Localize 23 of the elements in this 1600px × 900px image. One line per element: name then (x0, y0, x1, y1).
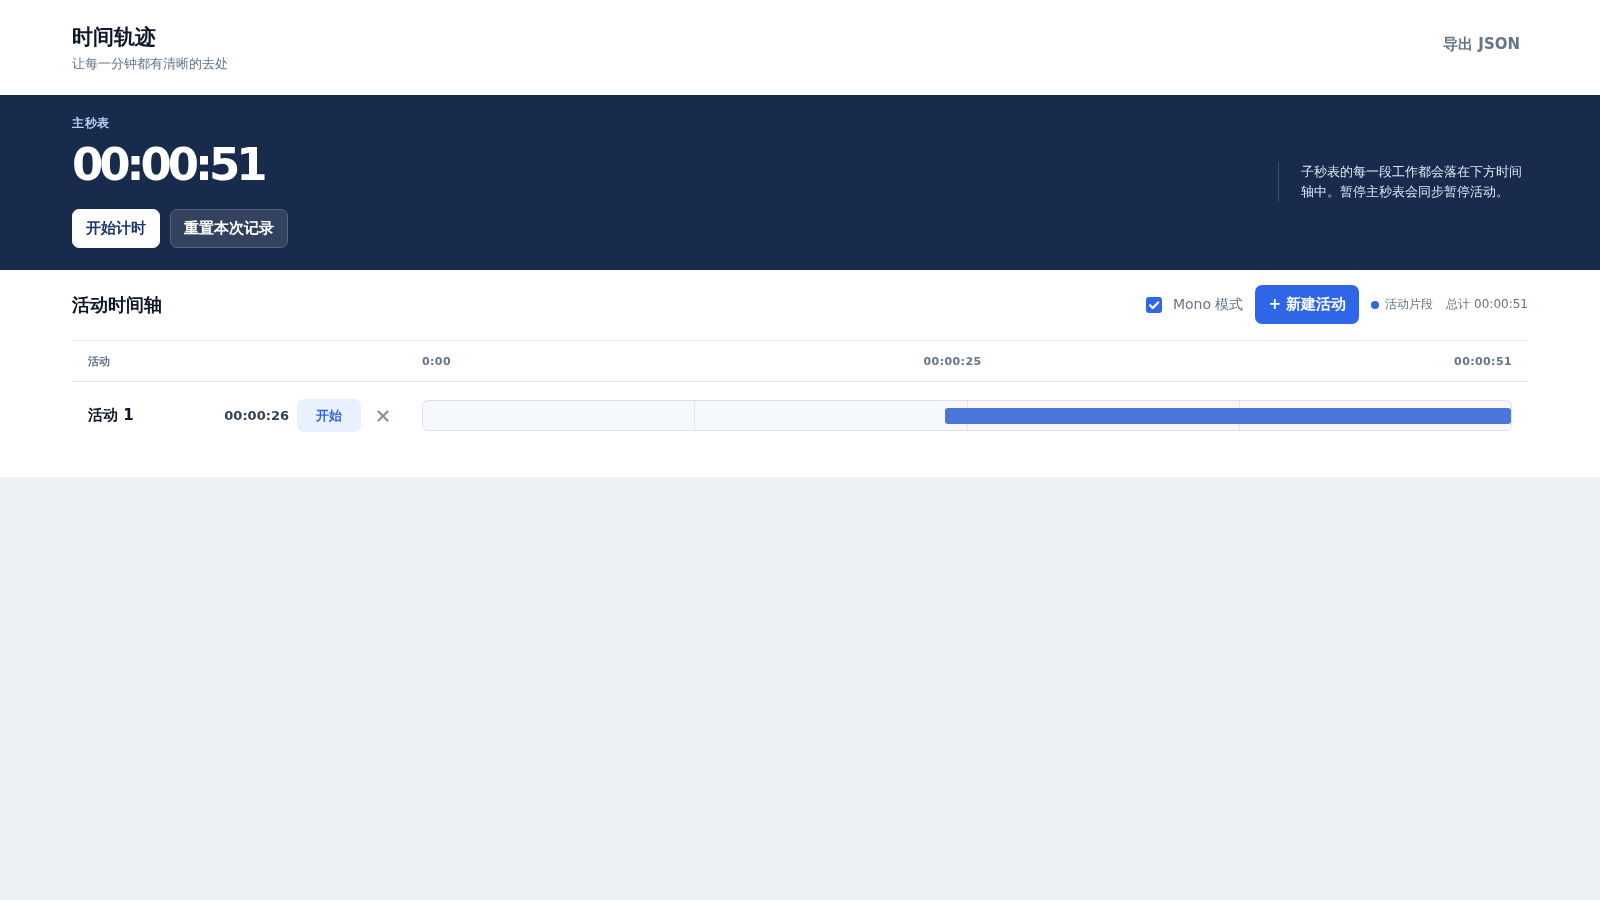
info-note: 子秒表的每一段工作都会落在下方时间轴中。暂停主秒表会同步暂停活动。 (1278, 161, 1528, 202)
close-icon[interactable] (377, 409, 389, 422)
activity-duration: 00:00:26 (224, 408, 289, 423)
total-time: 总计 00:00:51 (1446, 296, 1528, 313)
activity-name: 活动 1 (88, 406, 135, 425)
export-button[interactable]: 导出 JSON (1435, 27, 1528, 62)
start-timer-button[interactable]: 开始计时 (72, 209, 160, 248)
app-subtitle: 让每一分钟都有清晰的去处 (72, 54, 228, 73)
mono-mode-checkbox[interactable] (1145, 296, 1162, 313)
stopwatch-label: 主秒表 (72, 115, 111, 132)
checkbox-label: Mono 模式 (1172, 295, 1244, 314)
reset-button[interactable]: 重置本次记录 (170, 209, 288, 248)
stopwatch-time: 00:00:51 (72, 139, 265, 191)
axis-tick-label: 00:00:25 (923, 354, 982, 368)
app-title: 时间轨迹 (72, 23, 157, 51)
start-button[interactable]: 开始 (297, 399, 361, 432)
column-header: 活动 (88, 353, 110, 369)
axis-tick-label: 0:00 (422, 354, 451, 368)
section-title: 活动时间轴 (72, 292, 162, 317)
new-activity-button[interactable]: + 新建活动 (1255, 285, 1360, 324)
axis-tick-label: 00:00:51 (1454, 354, 1512, 368)
legend-label: 活动片段 (1385, 296, 1434, 313)
legend-dot-icon (1371, 300, 1380, 309)
